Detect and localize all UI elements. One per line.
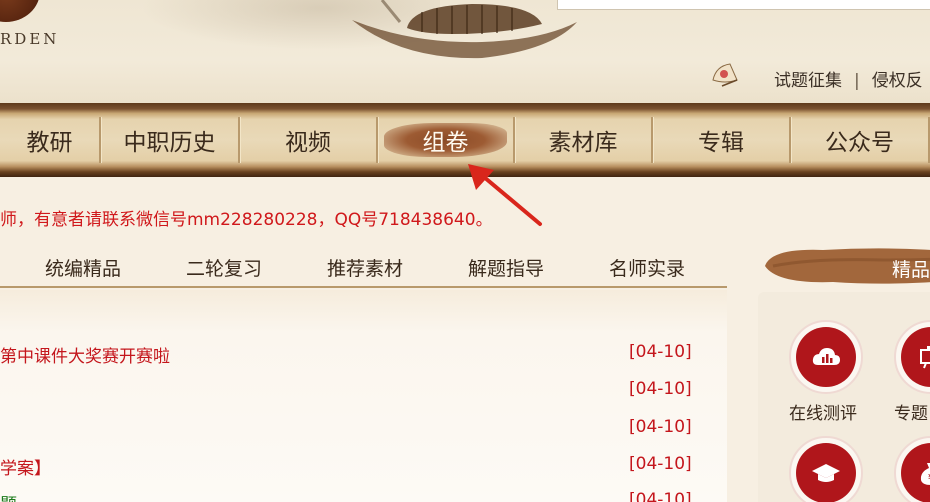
nav-label: 组卷: [422, 130, 469, 156]
nav-item-album[interactable]: 专辑: [653, 117, 791, 163]
list-item-title[interactable]: 第中课件大奖赛开赛啦: [0, 342, 170, 367]
graduation-button[interactable]: [789, 436, 863, 502]
list-item-title[interactable]: 题: [0, 490, 17, 502]
list-item-date: [04-10]: [629, 490, 692, 502]
list-item-date: [04-10]: [629, 379, 692, 399]
online-test-button[interactable]: [789, 320, 863, 394]
top-links: 试题征集 | 侵权反: [774, 66, 923, 91]
tab-recommended-material[interactable]: 推荐素材: [327, 254, 403, 281]
money-bag-icon: ¥: [901, 443, 930, 502]
site-header: RDEN 试题征集 | 侵权反: [0, 0, 930, 110]
nav-label: 教研: [26, 130, 73, 156]
list-item-date: [04-10]: [629, 454, 692, 474]
nav-item-official-account[interactable]: 公众号: [791, 117, 930, 163]
list-item-date: [04-10]: [629, 342, 692, 362]
content-tabs: 统编精品 二轮复习 推荐素材 解题指导 名师实录: [0, 246, 727, 288]
list-item-title[interactable]: 学案】: [0, 454, 51, 479]
link-question-collection[interactable]: 试题征集: [774, 71, 842, 91]
logo-text: RDEN: [0, 30, 60, 48]
presentation-icon: [901, 327, 930, 387]
nav-item-material-library[interactable]: 素材库: [515, 117, 653, 163]
main-nav: 教研 中职历史 视频 组卷 素材库 专辑 公众号: [0, 117, 930, 163]
nav-label: 视频: [285, 130, 331, 156]
tab-second-review[interactable]: 二轮复习: [186, 254, 262, 281]
topic-label: 专题: [894, 404, 928, 424]
fan-icon: [712, 63, 738, 87]
graduation-cap-icon: [796, 443, 856, 502]
nav-label: 专辑: [698, 130, 744, 156]
list-item[interactable]: 题 [04-10]: [0, 486, 700, 502]
cloud-chart-icon: [796, 327, 856, 387]
nav-label: 公众号: [825, 130, 894, 156]
nav-item-video[interactable]: 视频: [240, 117, 378, 163]
link-separator: |: [854, 71, 860, 91]
nav-label: 素材库: [548, 130, 618, 156]
search-input[interactable]: [557, 0, 930, 10]
list-item[interactable]: [04-10]: [0, 413, 700, 443]
site-logo[interactable]: [0, 0, 40, 22]
nav-item-teaching-research[interactable]: 教研: [0, 117, 101, 163]
nav-item-vocational-history[interactable]: 中职历史: [101, 117, 240, 163]
section-title: 精品: [892, 259, 930, 281]
contact-notice: 师，有意者请联系微信号mm228280228，QQ号718438640。: [0, 210, 493, 230]
nav-label: 中职历史: [123, 130, 216, 156]
list-item[interactable]: [04-10]: [0, 375, 700, 405]
tab-problem-guidance[interactable]: 解题指导: [468, 254, 544, 281]
boat-painting: [352, 0, 577, 59]
tab-famous-teacher-record[interactable]: 名师实录: [609, 254, 685, 281]
link-infringement-feedback[interactable]: 侵权反: [872, 71, 923, 91]
nav-item-compose-paper[interactable]: 组卷: [378, 117, 515, 163]
online-test-label: 在线测评: [789, 404, 857, 424]
list-item[interactable]: 第中课件大奖赛开赛啦 [04-10]: [0, 338, 700, 368]
tab-unified-edition[interactable]: 统编精品: [45, 254, 121, 281]
article-list: 第中课件大奖赛开赛啦 [04-10] [04-10] [04-10] 学案】 […: [0, 290, 727, 502]
list-item-date: [04-10]: [629, 417, 692, 437]
list-item[interactable]: 学案】 [04-10]: [0, 450, 700, 480]
